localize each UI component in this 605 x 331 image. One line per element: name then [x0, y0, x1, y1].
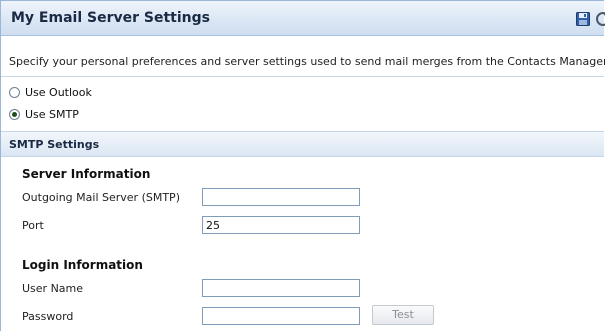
save-icon[interactable] — [576, 12, 590, 26]
page-title: My Email Server Settings — [11, 10, 210, 26]
smtp-settings-title: SMTP Settings — [9, 138, 100, 151]
use-smtp-option[interactable]: Use SMTP — [9, 107, 79, 121]
test-button[interactable]: Test — [372, 305, 434, 325]
server-information-heading: Server Information — [22, 167, 151, 181]
use-smtp-radio[interactable] — [9, 108, 20, 120]
refresh-icon[interactable] — [595, 11, 605, 27]
port-input[interactable] — [202, 216, 360, 234]
use-smtp-label: Use SMTP — [25, 107, 79, 121]
outgoing-mail-server-label: Outgoing Mail Server (SMTP) — [22, 191, 180, 204]
use-outlook-option[interactable]: Use Outlook — [9, 85, 92, 99]
panel-header: My Email Server Settings — [1, 1, 605, 36]
outgoing-mail-server-input[interactable] — [202, 188, 360, 206]
use-outlook-radio[interactable] — [9, 86, 20, 98]
password-input[interactable] — [202, 307, 360, 325]
divider — [1, 76, 604, 77]
user-name-input[interactable] — [202, 279, 360, 297]
smtp-settings-header: SMTP Settings — [1, 131, 604, 157]
use-outlook-label: Use Outlook — [25, 85, 92, 99]
description-text: Specify your personal preferences and se… — [9, 55, 605, 68]
user-name-label: User Name — [22, 282, 84, 295]
password-label: Password — [22, 310, 74, 323]
login-information-heading: Login Information — [22, 258, 143, 272]
port-label: Port — [22, 219, 44, 232]
